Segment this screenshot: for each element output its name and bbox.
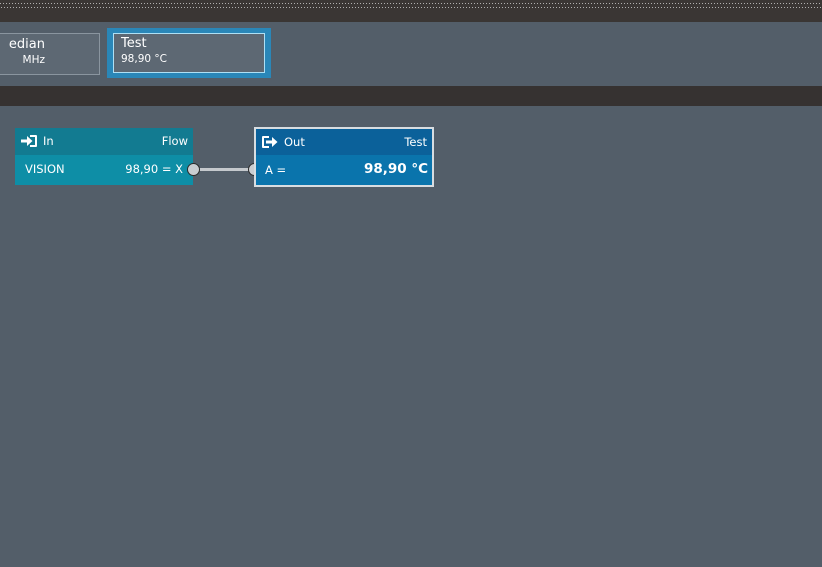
window-top-bar [0,0,822,22]
sensor-tile-name: edian [8,37,45,52]
output-node[interactable]: Out Test A = 98,90 °C [254,127,434,187]
sensor-tile-inner: Test 98,90 °C [113,33,265,73]
connection-wire[interactable] [199,168,249,171]
sensor-tile-selected[interactable]: Test 98,90 °C [107,28,271,78]
sensor-tile-name: Test [121,36,147,51]
sensor-tile-value: 98,90 °C [121,53,167,65]
sensor-strip: edian MHz Test 98,90 °C [0,22,822,86]
sign-out-icon [261,135,279,152]
output-port[interactable] [187,163,200,176]
input-node-row-label: VISION [25,162,65,176]
input-node[interactable]: In Flow VISION 98,90 = X [15,128,193,185]
output-node-header: Out Test [256,129,432,155]
sensor-tile-value: MHz [22,54,45,66]
input-node-header: In Flow [15,128,193,155]
divider-bar [0,86,822,106]
output-node-title: Out [284,135,305,149]
input-node-flow-label: Flow [161,134,188,148]
sensor-tile[interactable]: edian MHz [0,33,100,75]
input-node-row-value: 98,90 = X [125,162,183,176]
input-node-title: In [43,134,54,148]
output-node-row-label: A = [265,163,287,177]
sign-in-icon [20,134,38,151]
output-node-row-value: 98,90 °C [363,161,428,177]
output-node-target-label: Test [404,135,427,149]
drag-grip[interactable] [0,3,822,10]
